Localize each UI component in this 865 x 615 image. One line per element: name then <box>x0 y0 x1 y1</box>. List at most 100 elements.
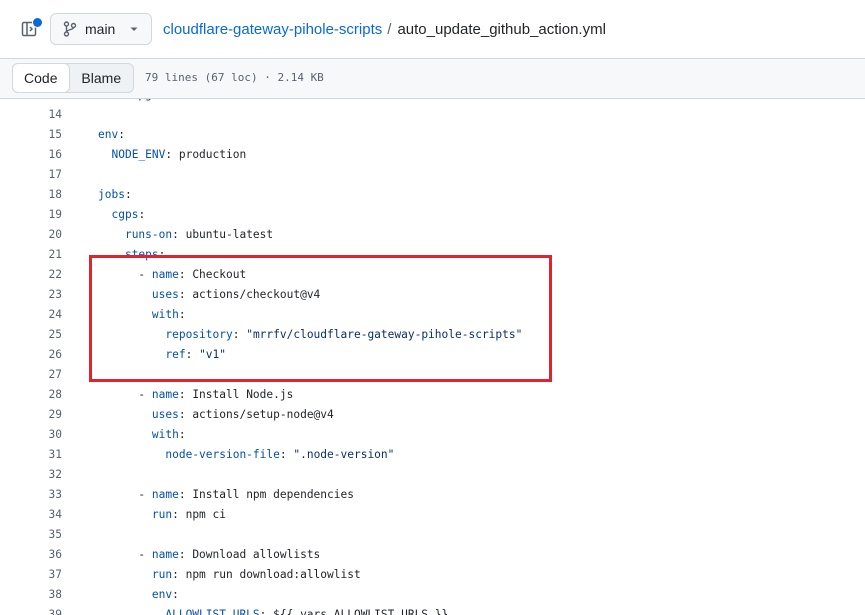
line-number[interactable]: 38 <box>0 585 62 605</box>
line-number[interactable]: 16 <box>0 145 62 165</box>
line-number[interactable]: 32 <box>0 465 62 485</box>
yaml-key: run <box>151 508 173 521</box>
line-number[interactable]: 24 <box>0 305 62 325</box>
yaml-key: uses <box>151 288 179 301</box>
yaml-text: : <box>118 128 125 141</box>
code-line: 14 <box>0 105 865 125</box>
yaml-text <box>98 328 165 341</box>
yaml-key: repository <box>165 328 233 341</box>
line-number[interactable]: 19 <box>0 205 62 225</box>
line-number[interactable]: 35 <box>0 525 62 545</box>
code-line: 29 uses: actions/setup-node@v4 <box>0 405 865 425</box>
line-number[interactable]: 28 <box>0 385 62 405</box>
line-number[interactable]: 22 <box>0 265 62 285</box>
code-text: runs-on: ubuntu-latest <box>98 225 273 245</box>
line-number[interactable]: 14 <box>0 105 62 125</box>
file-header: main cloudflare-gateway-pihole-scripts / a… <box>0 0 865 58</box>
yaml-key: name <box>151 548 179 561</box>
line-number[interactable]: 25 <box>0 325 62 345</box>
git-branch-icon <box>63 21 77 37</box>
line-number[interactable]: 23 <box>0 285 62 305</box>
code-text: ALLOWLIST_URLS: ${{ vars.ALLOWLIST_URLS … <box>98 605 448 615</box>
yaml-key: cgps <box>111 208 139 221</box>
yaml-key: with <box>151 428 179 441</box>
yaml-text: : <box>185 348 200 361</box>
code-line: 17 <box>0 165 865 185</box>
code-view[interactable]: pg1415env:16 NODE_ENV: production1718job… <box>0 99 865 615</box>
yaml-text: : <box>279 448 294 461</box>
yaml-text: : <box>178 308 186 321</box>
yaml-string: ".node-version" <box>293 448 395 461</box>
yaml-text: : <box>178 428 186 441</box>
yaml-text: : Install npm dependencies <box>178 488 354 501</box>
line-number[interactable]: 20 <box>0 225 62 245</box>
line-number[interactable]: 29 <box>0 405 62 425</box>
yaml-text <box>98 248 125 261</box>
yaml-key: uses <box>151 408 179 421</box>
line-number[interactable]: 33 <box>0 485 62 505</box>
yaml-key: name <box>151 488 179 501</box>
line-number[interactable]: 21 <box>0 245 62 265</box>
line-number[interactable]: 17 <box>0 165 62 185</box>
yaml-text <box>98 228 125 241</box>
line-number[interactable]: 15 <box>0 125 62 145</box>
yaml-text: : <box>172 588 179 601</box>
code-line: 23 uses: actions/checkout@v4 <box>0 285 865 305</box>
code-line: 22 - name: Checkout <box>0 265 865 285</box>
yaml-text <box>98 288 152 301</box>
yaml-text <box>98 348 165 361</box>
branch-selector-button[interactable]: main <box>50 13 152 45</box>
code-line: 39 ALLOWLIST_URLS: ${{ vars.ALLOWLIST_UR… <box>0 605 865 615</box>
code-text: - name: Install npm dependencies <box>98 485 354 505</box>
yaml-text: : npm run download:allowlist <box>172 568 361 581</box>
line-number[interactable]: 31 <box>0 445 62 465</box>
line-number[interactable]: 37 <box>0 565 62 585</box>
yaml-text: - <box>98 388 152 401</box>
yaml-key: steps <box>124 248 159 261</box>
breadcrumb-separator: / <box>387 21 392 38</box>
code-line: 30 with: <box>0 425 865 445</box>
yaml-key: env <box>151 588 173 601</box>
yaml-text: : production <box>165 148 247 161</box>
code-text: steps: <box>98 245 165 265</box>
code-line: 21 steps: <box>0 245 865 265</box>
line-number[interactable]: 39 <box>0 605 62 615</box>
code-line: 25 repository: "mrrfv/cloudflare-gateway… <box>0 325 865 345</box>
yaml-key: runs-on <box>124 228 173 241</box>
code-line: 15 env: <box>0 125 865 145</box>
yaml-text: : <box>232 328 247 341</box>
side-panel-toggle[interactable] <box>14 14 44 44</box>
yaml-text: - <box>98 488 152 501</box>
code-line: 33 - name: Install npm dependencies <box>0 485 865 505</box>
code-line: 31 node-version-file: ".node-version" <box>0 445 865 465</box>
view-mode-segmented-control: Code Blame <box>12 63 134 93</box>
yaml-key: node-version-file <box>165 448 280 461</box>
yaml-key: name <box>151 388 179 401</box>
breadcrumb-file-name: auto_update_github_action.yml <box>397 21 606 38</box>
code-text: uses: actions/checkout@v4 <box>98 285 320 305</box>
code-text: run: npm run download:allowlist <box>98 565 361 585</box>
yaml-text: : Checkout <box>178 268 247 281</box>
branch-name: main <box>85 21 116 37</box>
line-number[interactable]: 36 <box>0 545 62 565</box>
line-number[interactable]: 18 <box>0 185 62 205</box>
yaml-text: - <box>98 268 152 281</box>
tab-code[interactable]: Code <box>12 63 70 93</box>
code-text: jobs: <box>98 185 132 205</box>
yaml-string: "v1" <box>199 348 227 361</box>
line-number[interactable]: 30 <box>0 425 62 445</box>
yaml-text: : Install Node.js <box>178 388 294 401</box>
code-line: 20 runs-on: ubuntu-latest <box>0 225 865 245</box>
yaml-key: env <box>98 128 119 141</box>
code-text: node-version-file: ".node-version" <box>98 445 394 465</box>
yaml-text: : Download allowlists <box>178 548 321 561</box>
line-number[interactable]: 27 <box>0 365 62 385</box>
tab-blame[interactable]: Blame <box>70 64 133 92</box>
yaml-text: : <box>138 208 146 221</box>
breadcrumb-repo-link[interactable]: cloudflare-gateway-pihole-scripts <box>163 21 382 38</box>
code-text: - name: Install Node.js <box>98 385 293 405</box>
file-info: 79 lines (67 loc) · 2.14 KB <box>145 71 324 84</box>
yaml-text <box>98 428 152 441</box>
line-number[interactable]: 34 <box>0 505 62 525</box>
line-number[interactable]: 26 <box>0 345 62 365</box>
